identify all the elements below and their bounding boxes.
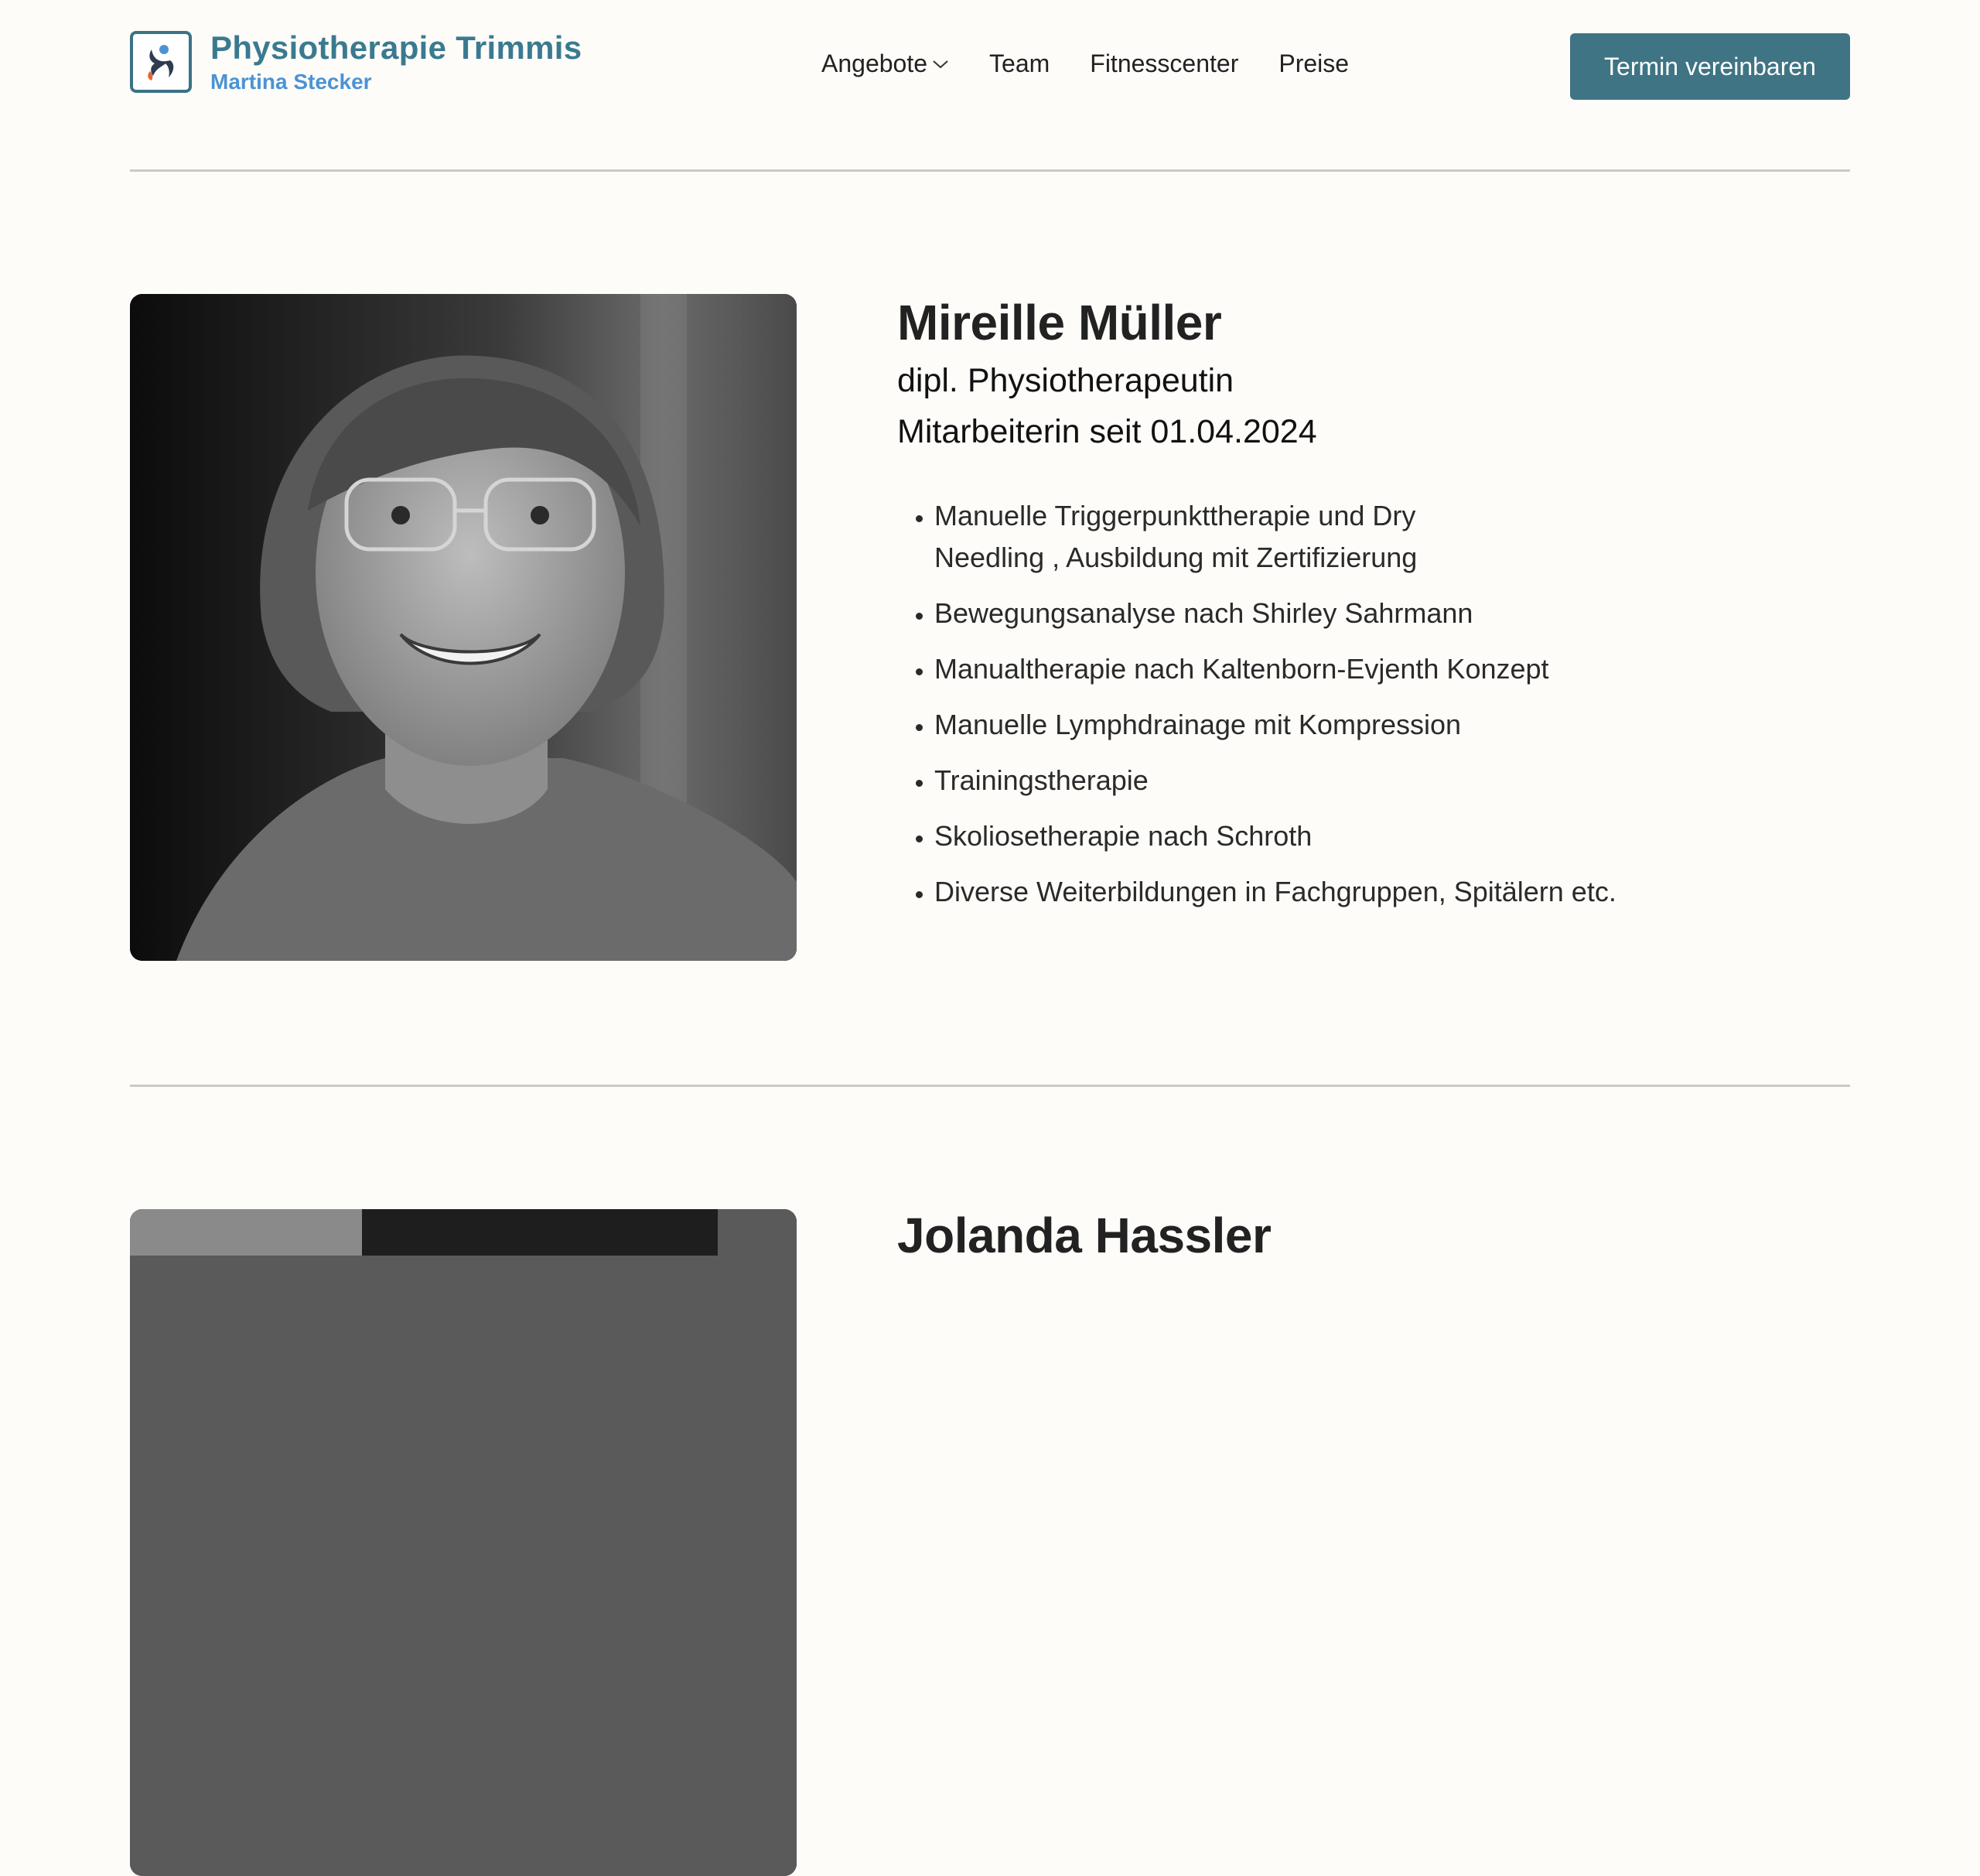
list-item: Diverse Weiterbildungen in Fachgruppen, …	[934, 871, 1708, 913]
profile-title: dipl. Physiotherapeutin	[897, 362, 1234, 399]
divider	[130, 169, 1850, 172]
brand-subtitle: Martina Stecker	[210, 70, 372, 94]
nav-item-label: Fitnesscenter	[1090, 50, 1239, 77]
logo[interactable]: Physiotherapie Trimmis Martina Stecker	[130, 29, 582, 94]
profile-photo	[130, 294, 797, 961]
logo-icon	[130, 31, 192, 93]
profile-name: Mireille Müller	[897, 295, 1222, 350]
qualifications-list: Manuelle Triggerpunkttherapie und Dry Ne…	[897, 495, 1708, 927]
nav-item-preise[interactable]: Preise	[1278, 50, 1349, 78]
profile-name: Jolanda Hassler	[897, 1208, 1272, 1263]
chevron-down-icon	[933, 60, 948, 68]
nav-item-angebote[interactable]: Angebote	[821, 50, 949, 78]
portrait-photo-bw	[130, 294, 797, 961]
nav-item-fitnesscenter[interactable]: Fitnesscenter	[1090, 50, 1238, 78]
profile-photo	[130, 1209, 797, 1876]
list-item: Skoliosetherapie nach Schroth	[934, 815, 1708, 857]
profile-since: Mitarbeiterin seit 01.04.2024	[897, 413, 1317, 450]
book-appointment-button[interactable]: Termin vereinbaren	[1570, 33, 1850, 100]
site-header: Physiotherapie Trimmis Martina Stecker A…	[130, 0, 1850, 170]
list-item: Manualtherapie nach Kaltenborn-Evjenth K…	[934, 648, 1708, 690]
divider	[130, 1085, 1850, 1087]
list-item: Manuelle Lymphdrainage mit Kompression	[934, 704, 1708, 746]
nav-item-label: Angebote	[821, 50, 928, 77]
brand-name: Physiotherapie Trimmis	[210, 29, 582, 66]
nav-item-label: Team	[989, 50, 1050, 77]
portrait-photo-bw	[130, 1209, 797, 1876]
list-item: Trainingstherapie	[934, 760, 1708, 801]
list-item: Bewegungsanalyse nach Shirley Sahrmann	[934, 593, 1708, 634]
main-nav: Angebote Team Fitnesscenter Preise	[821, 50, 1349, 78]
nav-item-team[interactable]: Team	[989, 50, 1050, 78]
nav-item-label: Preise	[1278, 50, 1350, 77]
list-item: Manuelle Triggerpunkttherapie und Dry Ne…	[934, 495, 1476, 579]
